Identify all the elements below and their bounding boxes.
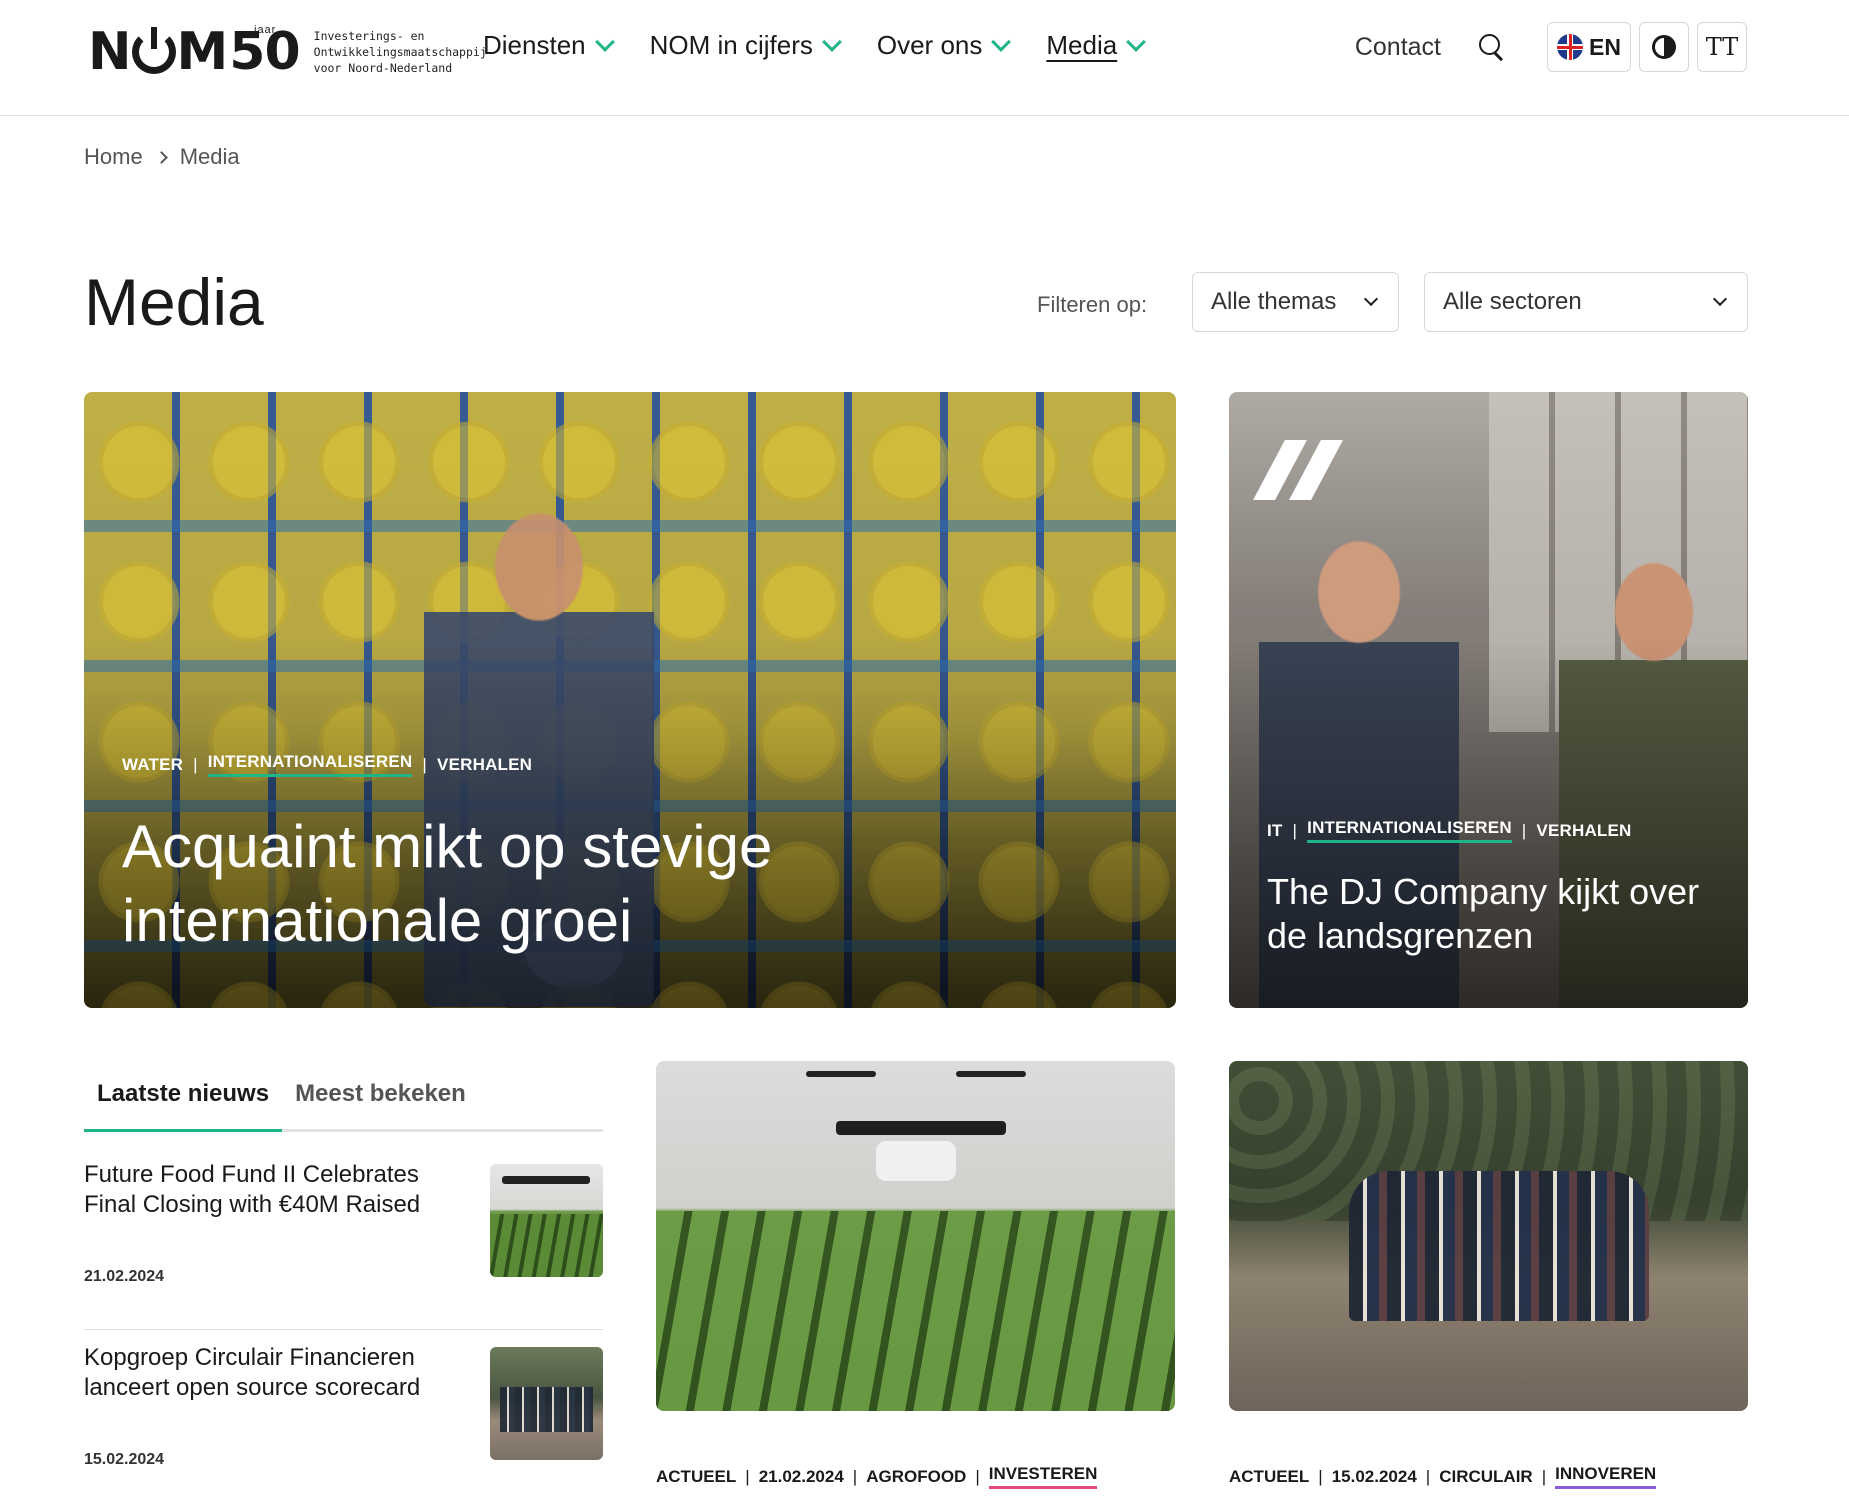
search-icon[interactable] — [1479, 34, 1505, 60]
sectors-select[interactable]: Alle sectoren — [1424, 272, 1748, 332]
logo-power-icon — [131, 27, 176, 74]
quote-icon — [1253, 440, 1343, 500]
tag-link[interactable]: INTERNATIONALISEREN — [1307, 818, 1512, 843]
breadcrumb-home[interactable]: Home — [84, 144, 143, 170]
featured-article-card[interactable]: WATER | INTERNATIONALISEREN | VERHALEN A… — [84, 392, 1176, 1008]
nav-label: Over ons — [876, 30, 983, 60]
contact-link[interactable]: Contact — [1355, 33, 1441, 62]
site-header: N M 50 jaar Investerings- en Ontwikkelings… — [0, 0, 1849, 116]
tag-link[interactable]: VERHALEN — [1536, 821, 1631, 841]
themes-select[interactable]: Alle themas — [1192, 272, 1399, 332]
text-size-icon: TT — [1705, 33, 1739, 61]
chevron-down-icon — [821, 31, 842, 52]
news-list-item[interactable]: Kopgroep Circulair Financieren lanceert … — [84, 1343, 603, 1500]
meta-sector[interactable]: AGROFOOD — [866, 1467, 966, 1487]
drone-image — [836, 1121, 1006, 1135]
nav-over-ons[interactable]: Over ons — [876, 30, 1012, 61]
nav-media[interactable]: Media — [1046, 30, 1147, 61]
text-size-button[interactable]: TT — [1697, 22, 1747, 72]
chevron-down-icon — [991, 31, 1012, 52]
news-date: 21.02.2024 — [84, 1268, 165, 1285]
breadcrumb: Home Media — [84, 144, 240, 170]
news-thumbnail — [490, 1164, 603, 1277]
news-thumbnail — [490, 1347, 603, 1460]
meta-category[interactable]: ACTUEEL — [656, 1467, 736, 1487]
article-tags: WATER | INTERNATIONALISEREN | VERHALEN — [122, 752, 532, 777]
article-meta: ACTUEEL | 21.02.2024 | AGROFOOD | INVEST… — [656, 1464, 1098, 1489]
contrast-icon — [1652, 35, 1676, 59]
news-title[interactable]: Future Food Fund II Celebrates Final Clo… — [84, 1160, 454, 1220]
page-title: Media — [84, 265, 264, 339]
main-nav: Diensten NOM in cijfers Over ons Media — [483, 30, 1147, 61]
chevron-down-icon — [1126, 31, 1147, 52]
meta-date: 21.02.2024 — [758, 1466, 844, 1486]
nav-label: Diensten — [483, 30, 586, 60]
meta-theme[interactable]: INNOVEREN — [1555, 1464, 1657, 1489]
nav-label: Media — [1046, 30, 1118, 60]
sectors-select-value: Alle sectoren — [1443, 288, 1582, 315]
tab-meest-bekeken[interactable]: Meest bekeken — [282, 1072, 479, 1132]
group-photo-image — [1349, 1171, 1649, 1321]
language-label: EN — [1589, 33, 1621, 60]
logo-n: N — [88, 22, 132, 82]
meta-category[interactable]: ACTUEEL — [1229, 1467, 1309, 1487]
article-title[interactable]: Acquaint mikt op stevige internationale … — [122, 810, 922, 958]
logo-tagline: Investerings- en Ontwikkelingsmaatschapp… — [313, 29, 487, 75]
article-card-drone[interactable] — [656, 1061, 1175, 1411]
tag-link[interactable]: WATER — [122, 755, 183, 775]
meta-theme[interactable]: INVESTEREN — [988, 1464, 1098, 1489]
news-tabs: Laatste nieuws Meest bekeken — [84, 1072, 603, 1132]
logo-m: M — [176, 22, 229, 82]
tag-link[interactable]: VERHALEN — [437, 755, 532, 775]
chevron-down-icon — [594, 31, 615, 52]
tag-link[interactable]: INTERNATIONALISEREN — [207, 752, 413, 777]
tag-link[interactable]: IT — [1267, 821, 1283, 841]
chevron-right-icon — [154, 150, 168, 164]
uk-flag-icon — [1557, 34, 1584, 60]
article-tags: IT | INTERNATIONALISEREN | VERHALEN — [1267, 818, 1632, 843]
language-switch-button[interactable]: EN — [1547, 22, 1631, 72]
themes-select-value: Alle themas — [1211, 288, 1337, 315]
nav-diensten[interactable]: Diensten — [483, 30, 615, 61]
nom-50-logo[interactable]: N M 50 jaar Investerings- en Ontwikkelings… — [88, 22, 487, 82]
news-title[interactable]: Kopgroep Circulair Financieren lanceert … — [84, 1343, 454, 1403]
article-title[interactable]: The DJ Company kijkt over de landsgrenze… — [1267, 870, 1707, 958]
article-card-group[interactable] — [1229, 1061, 1748, 1411]
header-utilities: Contact EN TT — [1355, 22, 1747, 72]
chevron-down-icon — [1363, 291, 1379, 307]
filter-label: Filteren op: — [1037, 292, 1148, 317]
meta-sector[interactable]: CIRCULAIR — [1439, 1467, 1533, 1487]
chevron-down-icon — [1712, 291, 1728, 307]
tab-laatste-nieuws[interactable]: Laatste nieuws — [84, 1072, 283, 1132]
nav-label: NOM in cijfers — [649, 30, 813, 60]
quote-article-card[interactable]: IT | INTERNATIONALISEREN | VERHALEN The … — [1229, 392, 1748, 1008]
field-image — [656, 1211, 1175, 1411]
breadcrumb-current: Media — [179, 144, 240, 169]
logo-jaar: jaar — [254, 24, 277, 36]
meta-date: 15.02.2024 — [1331, 1466, 1417, 1486]
news-list-item[interactable]: Future Food Fund II Celebrates Final Clo… — [84, 1160, 603, 1330]
nav-nom-in-cijfers[interactable]: NOM in cijfers — [649, 30, 842, 61]
news-date: 15.02.2024 — [84, 1451, 165, 1468]
contrast-toggle-button[interactable] — [1639, 22, 1689, 72]
article-meta: ACTUEEL | 15.02.2024 | CIRCULAIR | INNOV… — [1229, 1464, 1657, 1489]
